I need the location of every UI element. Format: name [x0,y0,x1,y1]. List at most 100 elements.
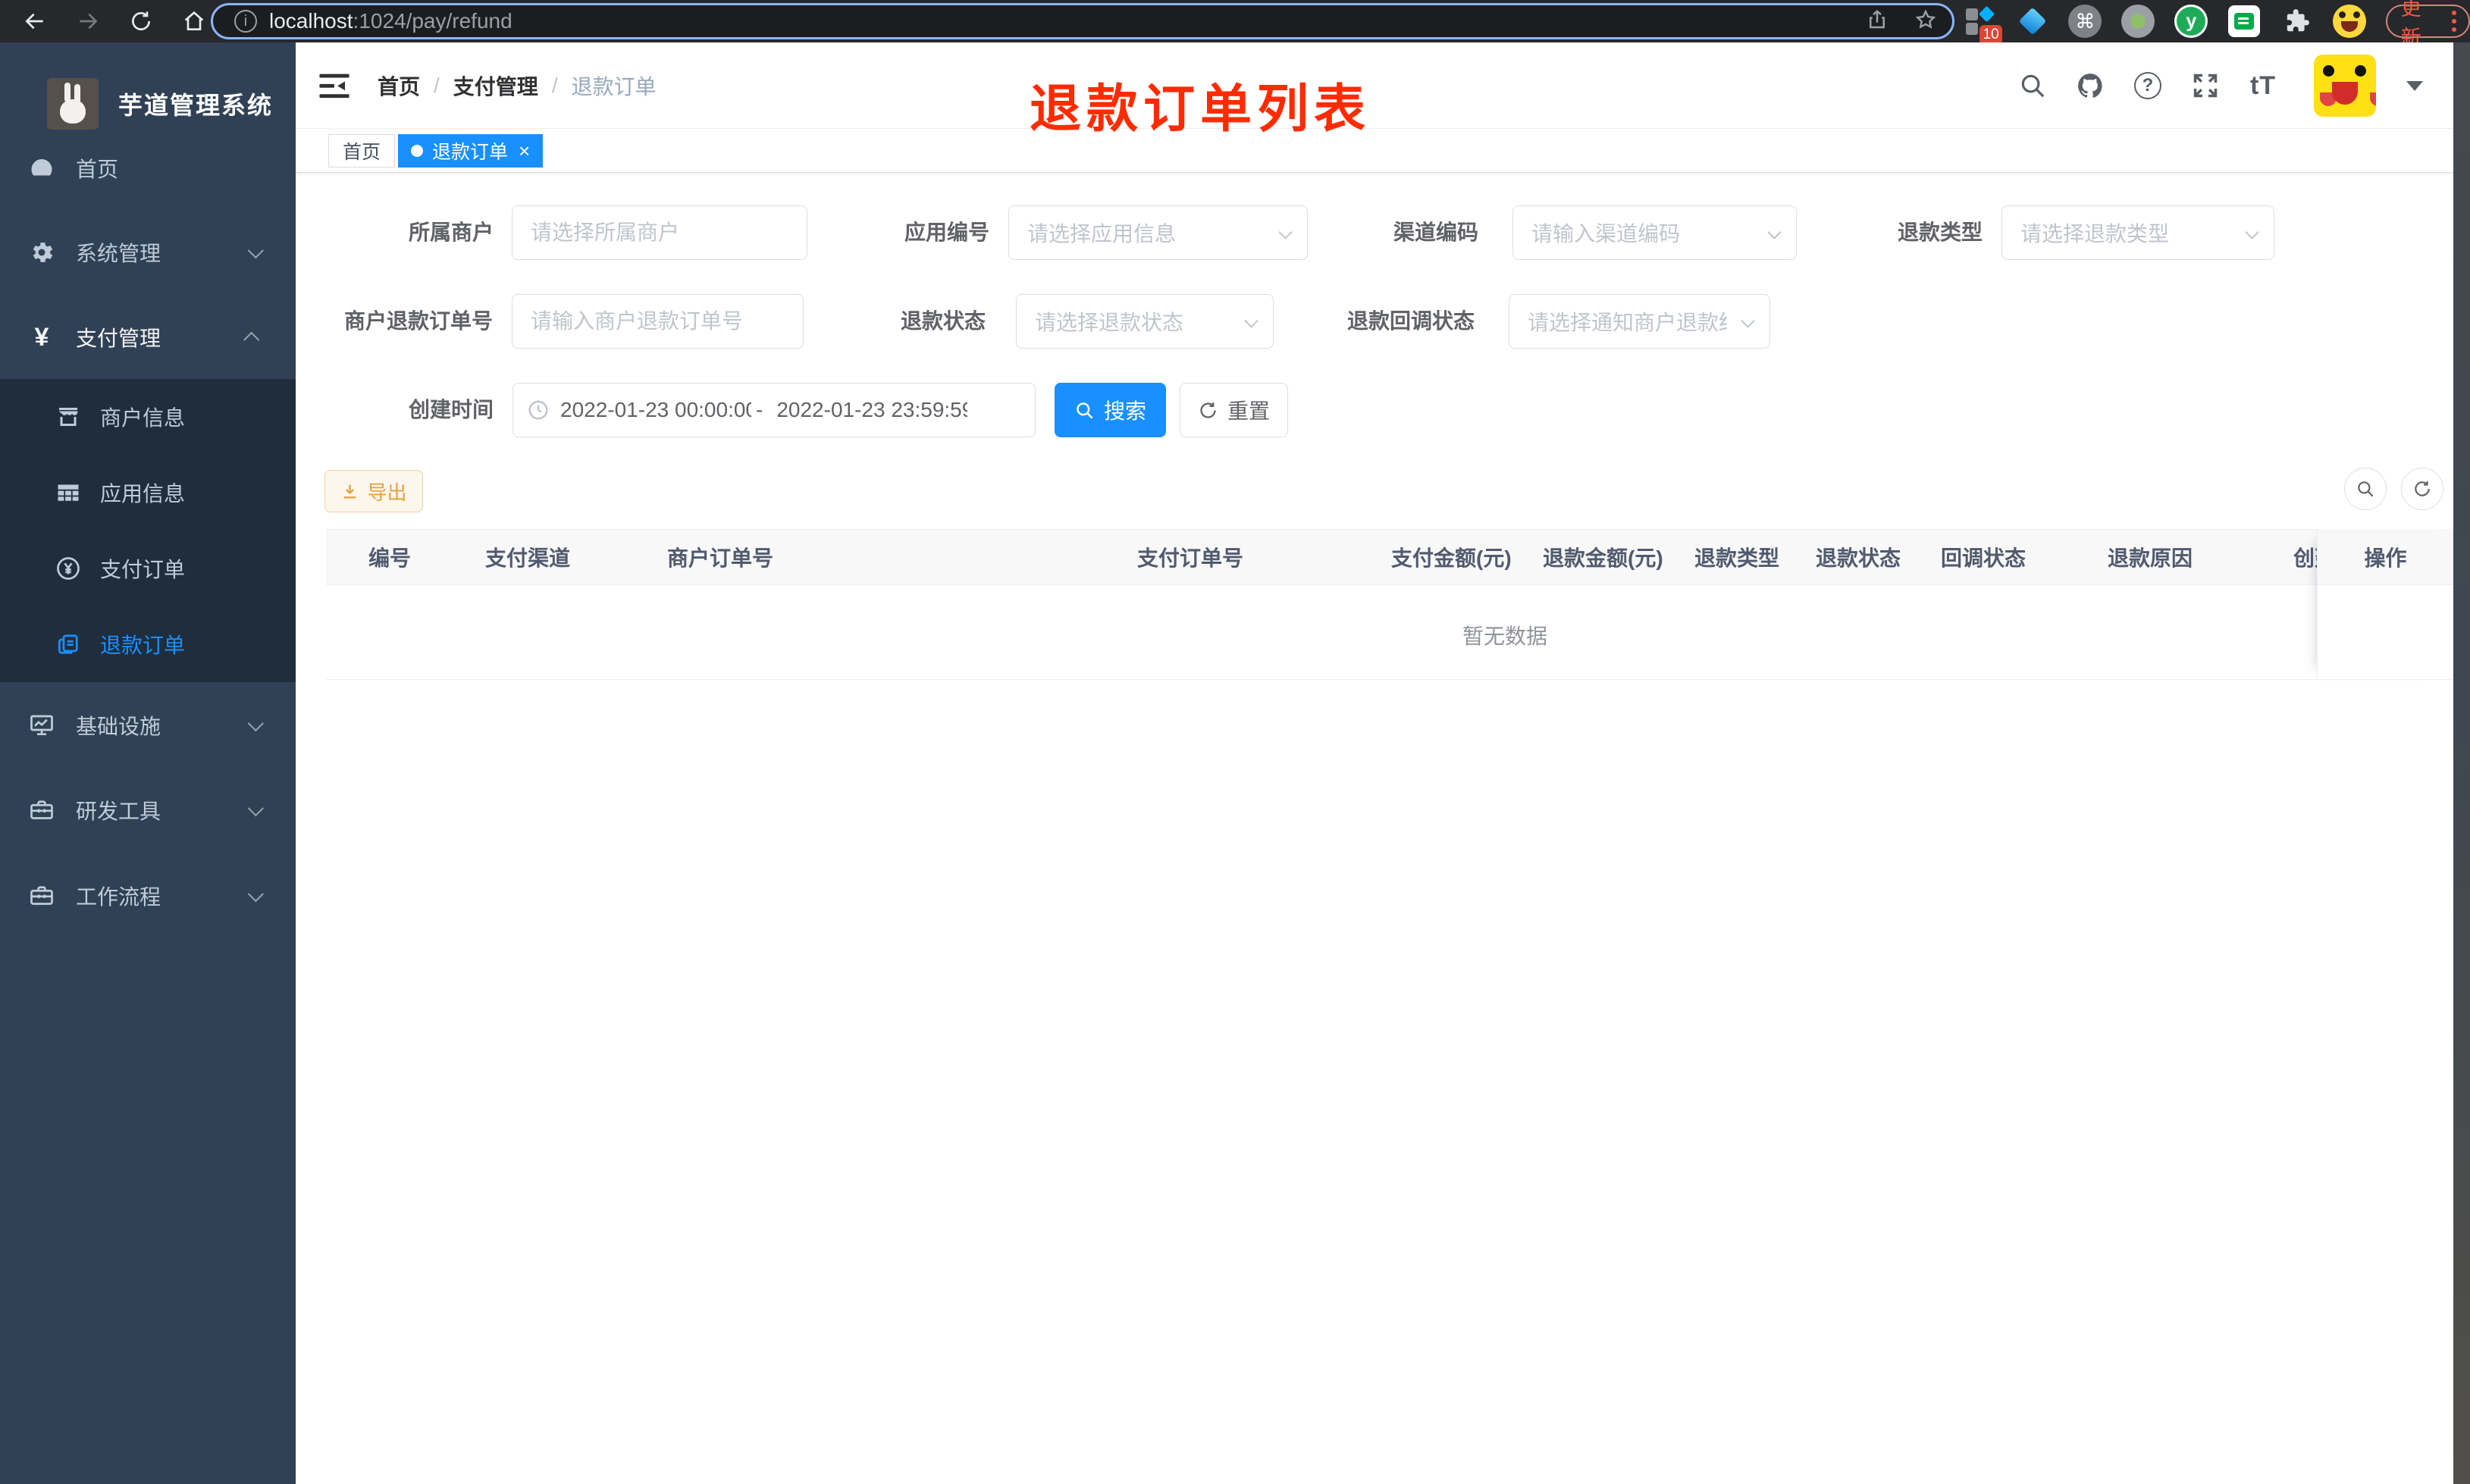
breadcrumb-separator: / [434,74,440,97]
column-header: 支付渠道 [485,546,571,570]
page-info-icon[interactable]: i [234,10,257,33]
download-icon [344,484,356,498]
sidebar: 芋道管理系统 首页 系统管理 ¥ 支付管理 商户信息 应用信息 支付订单 退款订… [0,42,296,1484]
chevron-up-icon [243,331,260,348]
reload-icon[interactable] [127,8,155,35]
chevron-down-icon [2245,225,2259,240]
reset-button[interactable]: 重置 [1180,383,1288,437]
clock-icon [528,400,548,420]
sidebar-item-dev-tools[interactable]: 研发工具 [0,776,296,844]
merchant-no-input[interactable] [512,294,804,349]
extensions-puzzle-icon[interactable] [2280,4,2313,39]
app-label: 应用编号 [904,221,989,244]
end-date[interactable]: 2022-01-23 23:59:59 [776,398,967,422]
export-button[interactable]: 导出 [324,470,423,512]
url-host: localhost [269,9,353,33]
sidebar-item-label: 基础设施 [76,715,161,738]
breadcrumb-separator: / [551,74,558,97]
sidebar-item-merchant-info[interactable]: 商户信息 [0,384,296,450]
owner-input[interactable] [512,205,807,260]
chevron-down-icon [247,800,264,816]
chevron-down-icon [1741,314,1755,328]
dashboard-icon [27,154,56,183]
close-icon[interactable]: × [519,141,530,161]
refresh-icon [2415,481,2430,496]
chevron-down-icon [1767,225,1782,240]
sidebar-item-home[interactable]: 首页 [0,134,296,202]
browser-chrome: i localhost:1024/pay/refund 10 ⌘ y 更新 [0,0,2470,49]
help-icon[interactable]: ? [2130,68,2165,103]
channel-select[interactable]: 请输入渠道编码 [1512,205,1797,260]
browser-update-button[interactable]: 更新 [2385,0,2470,49]
url-bar[interactable]: i localhost:1024/pay/refund [211,3,1954,39]
command-extension-icon[interactable]: ⌘ [2068,4,2102,39]
column-header: 商户订单号 [667,546,774,570]
github-icon[interactable] [2073,68,2108,103]
emoji-profile-icon[interactable] [2332,4,2366,39]
column-header: 退款原因 [2108,546,2193,570]
sidebar-item-pay-order[interactable]: 支付订单 [0,535,296,602]
sidebar-item-system[interactable]: 系统管理 [0,218,296,286]
empty-placeholder: 暂无数据 [1462,625,1548,648]
avatar-caret-icon[interactable] [2406,80,2423,91]
notify-status-select[interactable]: 请选择通知商户退款结果的回调状态 [1509,294,1770,349]
home-icon[interactable] [180,8,208,35]
refund-type-select[interactable]: 请选择退款类型 [2001,205,2274,260]
url-text[interactable]: localhost:1024/pay/refund [269,9,512,33]
refund-status-select[interactable]: 请选择退款状态 [1016,294,1274,349]
search-icon[interactable] [2015,68,2050,103]
sidebar-item-pay[interactable]: ¥ 支付管理 [0,303,296,371]
create-time-label: 创建时间 [408,398,494,421]
sidebar-item-label: 支付管理 [76,327,161,350]
sidebar-logo-row[interactable]: 芋道管理系统 [0,62,296,146]
sidebar-item-refund-order[interactable]: 退款订单 [0,611,296,678]
breadcrumb-home[interactable]: 首页 [378,70,420,101]
chevron-down-icon [247,885,264,902]
refresh-table-button[interactable] [2401,468,2443,510]
navbar-actions: ? tT [2015,42,2423,129]
back-icon[interactable] [21,8,49,35]
share-icon[interactable] [1866,8,1889,35]
y-extension-icon[interactable]: y [2174,4,2208,39]
browser-menu-icon[interactable] [2451,11,2456,32]
briefcase-icon [27,881,56,910]
bookmark-star-icon[interactable] [1914,8,1937,35]
avatar[interactable] [2314,55,2376,117]
chevron-down-icon [1278,225,1293,240]
scrollbar[interactable] [2453,42,2470,1484]
tag-refund-order[interactable]: 退款订单 × [398,134,544,167]
sidebar-item-label: 首页 [76,158,119,181]
font-size-icon[interactable]: tT [2246,68,2280,103]
toolbox-icon [27,796,56,825]
app-select[interactable]: 请选择应用信息 [1008,205,1308,260]
chevron-down-icon [1244,314,1259,328]
column-header: 支付订单号 [1137,546,1244,570]
search-button[interactable]: 搜索 [1055,383,1166,437]
sidebar-item-infra[interactable]: 基础设施 [0,691,296,759]
sidebar-fold-icon[interactable] [317,70,352,102]
merchant-no-label: 商户退款订单号 [343,309,493,333]
column-header: 退款类型 [1694,546,1780,570]
sidebar-item-workflow[interactable]: 工作流程 [0,862,296,930]
monitor-icon [27,711,56,740]
show-search-button[interactable] [2344,468,2387,510]
fixed-action-column: 操作 [2317,529,2453,680]
sidekick-extension-icon[interactable]: 10 [1964,4,2003,45]
chevron-down-icon [247,715,264,731]
sidebar-item-label: 系统管理 [76,242,161,265]
column-header: 退款状态 [1816,546,1901,570]
create-time-range-picker[interactable]: 2022-01-23 00:00:00 - 2022-01-23 23:59:5… [512,383,1036,437]
sidebar-item-app-info[interactable]: 应用信息 [0,459,296,526]
fullscreen-icon[interactable] [2188,68,2223,103]
forward-icon[interactable] [74,8,102,35]
kite-extension-icon[interactable] [2016,4,2048,39]
start-date[interactable]: 2022-01-23 00:00:00 [560,398,751,422]
sidebar-item-label: 支付订单 [100,558,186,581]
chat-extension-icon[interactable] [2227,4,2260,39]
app-logo [47,78,99,130]
yen-icon: ¥ [34,322,49,352]
breadcrumb-pay[interactable]: 支付管理 [453,70,538,101]
tag-home[interactable]: 首页 [328,134,396,167]
url-path: :1024/pay/refund [353,9,512,33]
recorder-extension-icon[interactable] [2121,4,2155,39]
